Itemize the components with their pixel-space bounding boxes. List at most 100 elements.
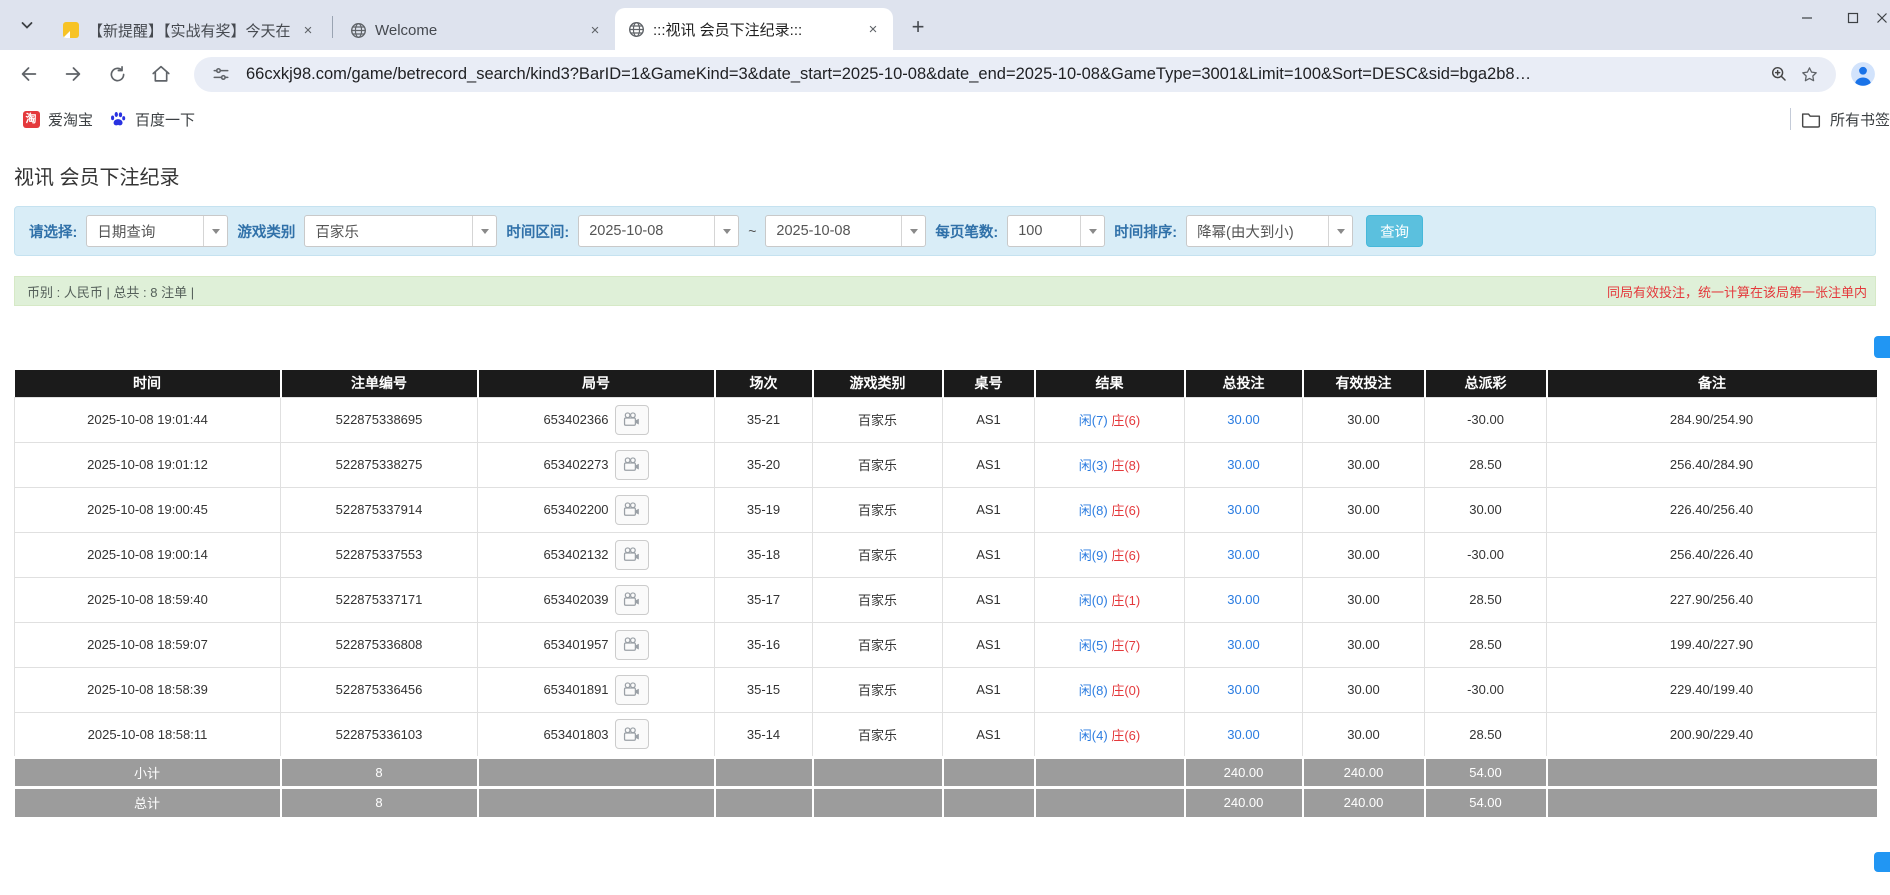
cell-remark: 229.40/199.40 xyxy=(1547,667,1877,712)
total-bet-link[interactable]: 30.00 xyxy=(1227,457,1260,472)
cell-payout: -30.00 xyxy=(1425,667,1547,712)
tab-notification[interactable]: 【新提醒】【实战有奖】今天在 × xyxy=(50,10,328,50)
total-bet-link[interactable]: 30.00 xyxy=(1227,502,1260,517)
date-end-input[interactable]: 2025-10-08 xyxy=(765,215,926,247)
banker-result: 庄(7) xyxy=(1111,638,1140,653)
player-result: 闲(4) xyxy=(1079,728,1108,743)
chevron-down-icon xyxy=(472,216,496,246)
zoom-icon[interactable] xyxy=(1764,59,1794,89)
cell-round-id: 653402366 xyxy=(478,397,715,442)
total-bet-link[interactable]: 30.00 xyxy=(1227,592,1260,607)
cell-result: 闲(4) 庄(6) xyxy=(1035,712,1185,757)
cell-valid-bet: 30.00 xyxy=(1303,442,1425,487)
chevron-down-icon xyxy=(1080,216,1104,246)
cell-payout: 28.50 xyxy=(1425,622,1547,667)
footer-cell: 总计 xyxy=(15,787,281,817)
player-result: 闲(7) xyxy=(1079,413,1108,428)
cell-payout: 28.50 xyxy=(1425,442,1547,487)
minimize-button[interactable] xyxy=(1784,1,1830,35)
all-bookmarks-button[interactable]: 所有书签 xyxy=(1801,109,1890,130)
footer-cell: 8 xyxy=(281,787,478,817)
video-replay-icon[interactable] xyxy=(615,450,649,480)
video-replay-icon[interactable] xyxy=(615,585,649,615)
total-bet-link[interactable]: 30.00 xyxy=(1227,727,1260,742)
total-bet-link[interactable]: 30.00 xyxy=(1227,412,1260,427)
round-number: 653402132 xyxy=(543,547,608,562)
home-icon[interactable] xyxy=(142,55,180,93)
cell-time: 2025-10-08 18:59:40 xyxy=(15,577,281,622)
cell-result: 闲(3) 庄(8) xyxy=(1035,442,1185,487)
sort-label: 时间排序: xyxy=(1114,221,1177,242)
bookmark-baidu[interactable]: 百度一下 xyxy=(101,104,203,135)
video-replay-icon[interactable] xyxy=(615,719,649,749)
cell-remark: 226.40/256.40 xyxy=(1547,487,1877,532)
cell-session: 35-20 xyxy=(715,442,813,487)
reload-icon[interactable] xyxy=(98,55,136,93)
side-panel-handle-top[interactable] xyxy=(1874,336,1890,358)
side-panel-handle-bottom[interactable] xyxy=(1874,852,1890,872)
close-icon[interactable]: × xyxy=(863,19,883,39)
tab-strip: 【新提醒】【实战有奖】今天在 × Welcome × :::视讯 会员下注纪录:… xyxy=(0,0,1890,50)
back-icon[interactable] xyxy=(10,55,48,93)
cell-total-bet: 30.00 xyxy=(1185,667,1303,712)
new-tab-button[interactable]: + xyxy=(903,12,933,42)
round-number: 653402366 xyxy=(543,412,608,427)
video-replay-icon[interactable] xyxy=(615,630,649,660)
footer-cell: 54.00 xyxy=(1425,757,1547,787)
game-type-label: 游戏类别 xyxy=(237,221,295,242)
chevron-down-icon[interactable] xyxy=(10,8,44,42)
address-bar[interactable]: 66cxkj98.com/game/betrecord_search/kind3… xyxy=(194,57,1836,92)
sort-select[interactable]: 降幂(由大到小) xyxy=(1186,215,1353,247)
cell-remark: 284.90/254.90 xyxy=(1547,397,1877,442)
video-replay-icon[interactable] xyxy=(615,540,649,570)
total-bet-link[interactable]: 30.00 xyxy=(1227,547,1260,562)
forward-icon[interactable] xyxy=(54,55,92,93)
tab-bet-records[interactable]: :::视讯 会员下注纪录::: × xyxy=(615,8,893,50)
close-icon[interactable]: × xyxy=(585,20,605,40)
footer-cell xyxy=(813,787,943,817)
round-number: 653401803 xyxy=(543,727,608,742)
cell-total-bet: 30.00 xyxy=(1185,397,1303,442)
page-content: 视讯 会员下注纪录 请选择: 日期查询 游戏类别 百家乐 时间区间: 2025-… xyxy=(0,163,1890,817)
profile-avatar-icon[interactable] xyxy=(1844,55,1882,93)
cell-bet-id: 522875338695 xyxy=(281,397,478,442)
player-result: 闲(8) xyxy=(1079,683,1108,698)
date-start-input[interactable]: 2025-10-08 xyxy=(578,215,739,247)
search-button[interactable]: 查询 xyxy=(1366,215,1423,247)
cell-valid-bet: 30.00 xyxy=(1303,712,1425,757)
select-label: 请选择: xyxy=(29,221,77,242)
round-number: 653402039 xyxy=(543,592,608,607)
close-window-button[interactable] xyxy=(1876,1,1890,35)
total-bet-link[interactable]: 30.00 xyxy=(1227,682,1260,697)
video-replay-icon[interactable] xyxy=(615,675,649,705)
cell-table-no: AS1 xyxy=(943,667,1035,712)
close-icon[interactable]: × xyxy=(298,20,318,40)
cell-table-no: AS1 xyxy=(943,442,1035,487)
banker-result: 庄(6) xyxy=(1111,413,1140,428)
column-header: 局号 xyxy=(478,370,715,397)
cell-time: 2025-10-08 18:58:39 xyxy=(15,667,281,712)
cell-round-id: 653401891 xyxy=(478,667,715,712)
total-bet-link[interactable]: 30.00 xyxy=(1227,637,1260,652)
site-settings-icon[interactable] xyxy=(206,59,236,89)
query-type-select[interactable]: 日期查询 xyxy=(86,215,228,247)
page-size-select[interactable]: 100 xyxy=(1007,215,1105,247)
folder-icon xyxy=(1801,111,1821,128)
cell-remark: 200.90/229.40 xyxy=(1547,712,1877,757)
cell-round-id: 653402273 xyxy=(478,442,715,487)
cell-table-no: AS1 xyxy=(943,577,1035,622)
bookmark-taobao[interactable]: 淘 爱淘宝 xyxy=(14,104,101,135)
bookmark-star-icon[interactable] xyxy=(1794,59,1824,89)
cell-total-bet: 30.00 xyxy=(1185,532,1303,577)
column-header: 游戏类别 xyxy=(813,370,943,397)
game-type-select[interactable]: 百家乐 xyxy=(304,215,497,247)
tab-welcome[interactable]: Welcome × xyxy=(337,10,615,50)
video-replay-icon[interactable] xyxy=(615,405,649,435)
cell-payout: -30.00 xyxy=(1425,532,1547,577)
banker-result: 庄(6) xyxy=(1111,728,1140,743)
video-replay-icon[interactable] xyxy=(615,495,649,525)
url-text[interactable]: 66cxkj98.com/game/betrecord_search/kind3… xyxy=(246,65,1764,84)
maximize-button[interactable] xyxy=(1830,1,1876,35)
footer-cell: 240.00 xyxy=(1303,787,1425,817)
table-row: 2025-10-08 19:00:14522875337553653402132… xyxy=(15,532,1877,577)
